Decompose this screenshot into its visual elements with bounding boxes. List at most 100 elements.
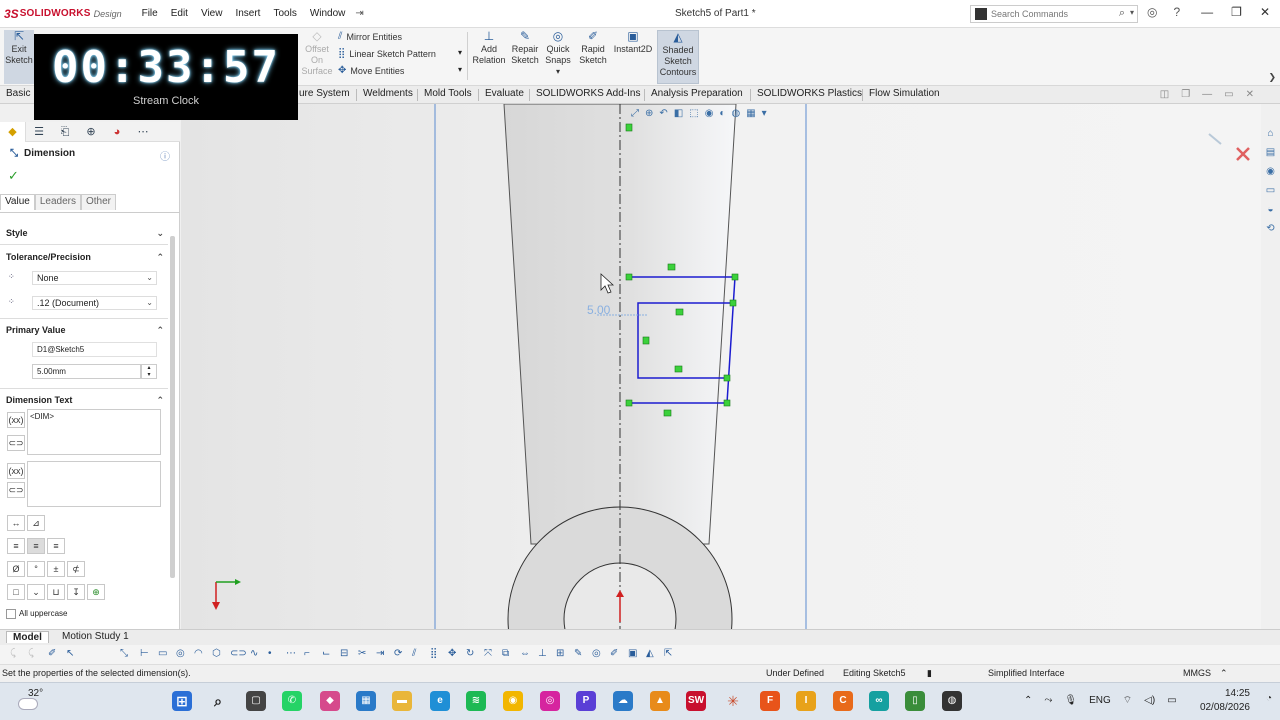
windows-start-icon[interactable]: ⊞ <box>172 691 192 711</box>
extend-icon[interactable]: ⇥ <box>376 648 384 659</box>
polygon-icon[interactable]: ⬡ <box>212 648 221 659</box>
appearances-icon[interactable]: ◒ <box>1264 203 1278 217</box>
scene-icon[interactable]: ▦ <box>746 108 755 119</box>
chrome-icon[interactable]: ◉ <box>503 691 523 711</box>
hide-show-icon[interactable]: ◐ <box>719 108 725 119</box>
search-commands-input[interactable]: Search Commands ⌕ ▾ <box>970 5 1138 23</box>
file-explorer-icon[interactable]: ◉ <box>1264 165 1278 179</box>
battery-icon[interactable]: ▭ <box>1167 695 1176 706</box>
dimxpert-icon[interactable]: ⊕ <box>78 122 104 142</box>
horizontal-justify-icon[interactable]: ↔ <box>7 515 25 531</box>
search-icon[interactable]: ⌕ <box>1119 7 1125 20</box>
trim-icon[interactable]: ✂ <box>358 648 366 659</box>
add-parentheses-icon[interactable]: (xx) <box>7 463 25 479</box>
app-icon[interactable]: F <box>760 691 780 711</box>
tab-evaluate[interactable]: Evaluate <box>485 88 524 99</box>
feature-manager-icon[interactable]: ◆ <box>0 122 26 142</box>
view-settings-icon[interactable]: ▾ <box>762 108 767 119</box>
offset-icon[interactable]: ⊟ <box>340 648 348 659</box>
mirror-entities-button[interactable]: ⫽ Mirror Entities <box>338 31 402 42</box>
confirm-exit-icon[interactable] <box>1208 133 1222 145</box>
align-left-icon[interactable]: ≡ <box>7 538 25 554</box>
chamfer-icon[interactable]: ⌙ <box>322 648 330 659</box>
edge-icon[interactable]: e <box>430 691 450 711</box>
select-icon[interactable]: ↖ <box>66 648 74 659</box>
depth-symbol-icon[interactable]: ↧ <box>67 584 85 600</box>
help-icon[interactable]: ⓘ <box>160 148 170 163</box>
dimension-value-label[interactable]: 5.00 <box>587 303 611 317</box>
menu-edit[interactable]: Edit <box>171 8 188 19</box>
tab-solidworks-addins[interactable]: SOLIDWORKS Add-Ins <box>536 88 640 99</box>
app-icon[interactable]: ∞ <box>869 691 889 711</box>
inspection-dimension-icon[interactable]: ⊂⊃ <box>7 482 25 498</box>
align-right-icon[interactable]: ≡ <box>47 538 65 554</box>
more-icon[interactable]: ⋯ <box>130 122 156 142</box>
pin-icon[interactable]: ⇥ <box>355 8 363 19</box>
powerpoint-icon[interactable]: P <box>576 691 596 711</box>
tab-weldments[interactable]: Weldments <box>363 88 413 99</box>
centerline-icon[interactable]: ⋯ <box>286 648 296 659</box>
tab-analysis-preparation[interactable]: Analysis Preparation <box>651 88 743 99</box>
tab-model[interactable]: Model <box>6 631 49 643</box>
spotify-icon[interactable]: ≋ <box>466 691 486 711</box>
snap-icon[interactable]: ◎ <box>592 648 601 659</box>
search-icon[interactable]: ⌕ <box>208 691 228 711</box>
quick-snaps-button[interactable]: ◎ Quick Snaps ▾ <box>543 30 573 77</box>
more-symbols-icon[interactable]: ⊕ <box>87 584 105 600</box>
repair-sketch-button[interactable]: ✎ Repair Sketch <box>508 30 542 66</box>
task-view-icon[interactable]: ▢ <box>246 691 266 711</box>
tab-structure-system[interactable]: ure System <box>299 88 350 99</box>
smart-dimension-icon[interactable]: ⤡ <box>120 648 128 659</box>
leader-angle-icon[interactable]: ⊿ <box>27 515 45 531</box>
tab-motion-study[interactable]: Motion Study 1 <box>56 631 135 642</box>
rotate-icon[interactable]: ↻ <box>466 648 474 659</box>
exit-sketch-icon[interactable]: ⇱ <box>664 648 672 659</box>
user-icon[interactable]: ◎ <box>1147 5 1157 19</box>
interface-mode[interactable]: Simplified Interface <box>988 668 1065 678</box>
arc-icon[interactable]: ◠ <box>194 648 203 659</box>
design-library-icon[interactable]: ▤ <box>1264 146 1278 160</box>
configuration-manager-icon[interactable]: ⎗ <box>52 122 78 142</box>
exit-sketch-button[interactable]: ⇱ Exit Sketch <box>4 30 34 84</box>
tolerance-section-header[interactable]: Tolerance/Precision ⌃ <box>6 252 164 263</box>
circle-icon[interactable]: ◎ <box>176 648 185 659</box>
section-view-icon[interactable]: ◧ <box>674 108 683 119</box>
view-orientation-icon[interactable]: ⬚ <box>689 108 698 119</box>
menu-window[interactable]: Window <box>310 8 346 19</box>
tab-flow-simulation[interactable]: Flow Simulation <box>869 88 940 99</box>
pattern-icon[interactable]: ⣿ <box>430 648 437 659</box>
scale-icon[interactable]: ⤧ <box>484 648 492 659</box>
primary-value-input[interactable]: 5.00mm <box>32 364 141 379</box>
menu-file[interactable]: File <box>142 8 158 19</box>
tab-solidworks-plastics[interactable]: SOLIDWORKS Plastics <box>757 88 862 99</box>
volume-icon[interactable]: ◁) <box>1144 695 1155 706</box>
solidworks-taskbar-icon[interactable]: SW <box>686 691 706 711</box>
chevron-down-icon[interactable]: ▾ <box>458 48 462 57</box>
close-icon[interactable]: ✕ <box>1246 89 1254 100</box>
display-style-icon[interactable]: ◉ <box>705 108 714 119</box>
instant2d-button[interactable]: ▣ Instant2D <box>612 30 654 55</box>
tab-other[interactable]: Other <box>80 194 116 210</box>
sketch-tool-icon[interactable]: ⤹ <box>28 648 34 659</box>
sketch-canvas[interactable]: 5.00 <box>181 104 1261 629</box>
slot-icon[interactable]: ⊂⊃ <box>230 648 247 659</box>
rapid-sketch-icon[interactable]: ✐ <box>610 648 618 659</box>
linear-sketch-pattern-button[interactable]: ⣿ Linear Sketch Pattern <box>338 48 436 59</box>
move-icon[interactable]: ✥ <box>448 648 456 659</box>
restore-icon[interactable]: ❐ <box>1231 5 1242 19</box>
panel-scrollbar[interactable] <box>170 236 175 578</box>
counterbore-symbol-icon[interactable]: ⊔ <box>47 584 65 600</box>
dimension-text-section-header[interactable]: Dimension Text ⌃ <box>6 395 164 406</box>
minimize-icon[interactable]: — <box>1201 5 1213 19</box>
appearance-icon[interactable]: ◍ <box>731 108 740 119</box>
store-icon[interactable]: ▦ <box>356 691 376 711</box>
primary-value-section-header[interactable]: Primary Value ⌃ <box>6 325 164 336</box>
tab-leaders[interactable]: Leaders <box>34 194 81 210</box>
language-indicator[interactable]: ENG <box>1089 695 1111 706</box>
plus-minus-symbol-icon[interactable]: ± <box>47 561 65 577</box>
expand-arrow-icon[interactable]: ❯ <box>1268 72 1276 83</box>
tab-basic[interactable]: Basic <box>6 88 30 99</box>
restore-icon[interactable]: ▭ <box>1224 89 1233 100</box>
vlc-icon[interactable]: ▲ <box>650 691 670 711</box>
fillet-icon[interactable]: ⌐ <box>304 648 310 659</box>
